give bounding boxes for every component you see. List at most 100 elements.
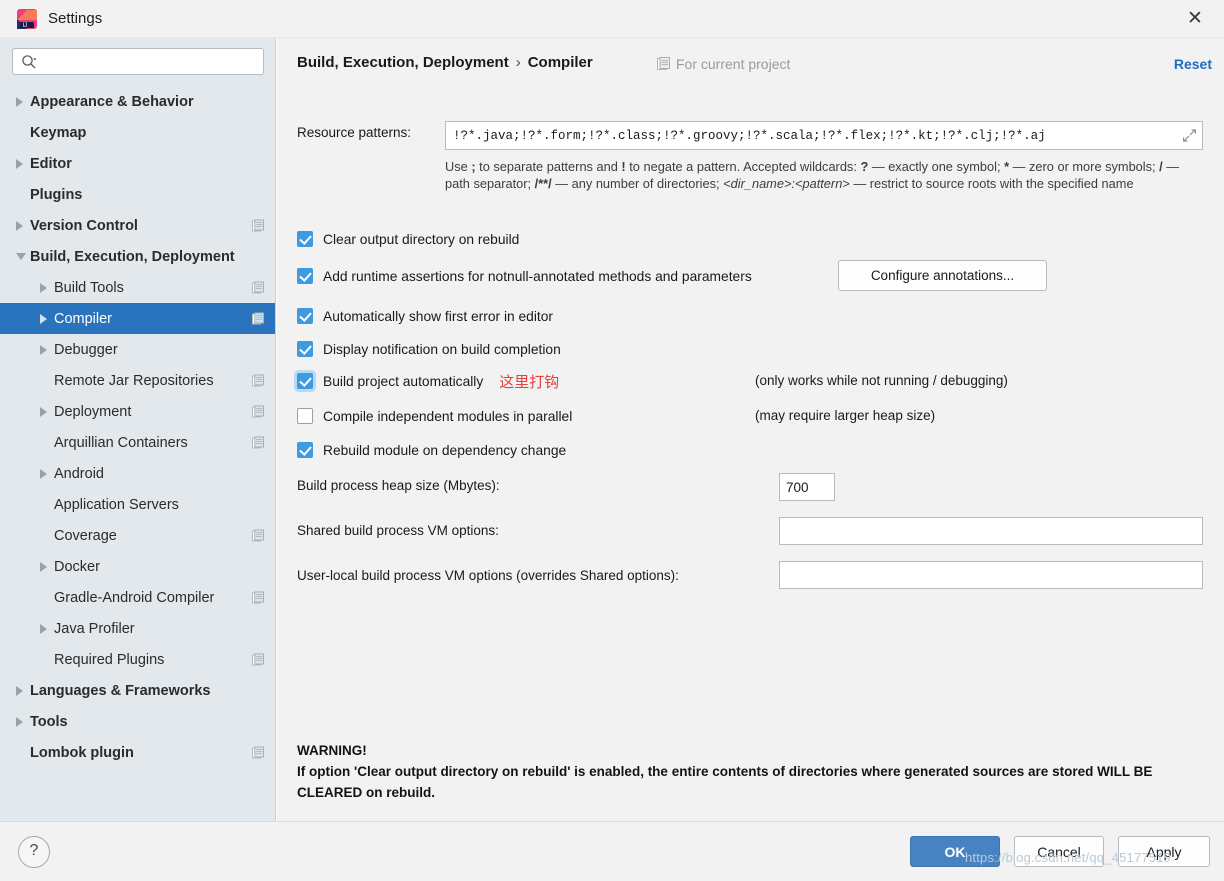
field-input-shared-build-process-vm-options[interactable] xyxy=(779,517,1203,545)
tree-arrow-slot xyxy=(0,468,54,479)
checkbox-label: Compile independent modules in parallel xyxy=(323,408,573,424)
tree-spacer-icon xyxy=(40,376,47,386)
project-scope-icon xyxy=(252,374,264,386)
chevron-right-icon[interactable] xyxy=(16,158,23,169)
chevron-right-icon[interactable] xyxy=(40,313,47,324)
tree-arrow-slot xyxy=(0,344,54,355)
field-input-build-process-heap-size-mbytes[interactable] xyxy=(779,473,835,501)
chevron-right-icon[interactable] xyxy=(40,344,47,355)
sidebar-item-version-control[interactable]: Version Control xyxy=(0,210,275,241)
breadcrumb-separator-icon: › xyxy=(515,54,521,71)
tree-arrow-slot xyxy=(0,158,30,169)
chevron-right-icon[interactable] xyxy=(16,96,23,107)
tree-arrow-slot xyxy=(0,282,54,293)
checkbox-add-runtime-assertions-for-notnull-annotated-methods-and-parameters[interactable] xyxy=(297,268,313,284)
checkbox-row-rebuild-module-on-dependency-change[interactable]: Rebuild module on dependency change xyxy=(297,439,566,461)
scope-note-label: For current project xyxy=(676,56,791,72)
chevron-right-icon[interactable] xyxy=(16,220,23,231)
tree-arrow-slot xyxy=(0,190,30,200)
sidebar-item-label: Editor xyxy=(30,155,72,172)
project-scope-icon xyxy=(252,405,264,417)
sidebar-item-required-plugins[interactable]: Required Plugins xyxy=(0,644,275,675)
checkbox-row-automatically-show-first-error-in-editor[interactable]: Automatically show first error in editor xyxy=(297,305,553,327)
close-icon[interactable]: ✕ xyxy=(1178,6,1212,32)
chevron-right-icon[interactable] xyxy=(40,468,47,479)
sidebar-item-appearance-behavior[interactable]: Appearance & Behavior xyxy=(0,86,275,117)
chevron-right-icon[interactable] xyxy=(40,623,47,634)
checkbox-row-build-project-automatically[interactable]: Build project automatically 这里打钩 xyxy=(297,370,559,392)
tree-spacer-icon xyxy=(40,531,47,541)
sidebar-item-gradle-android-compiler[interactable]: Gradle-Android Compiler xyxy=(0,582,275,613)
checkbox-row-clear-output-directory-on-rebuild[interactable]: Clear output directory on rebuild xyxy=(297,228,519,250)
sidebar-item-remote-jar-repositories[interactable]: Remote Jar Repositories xyxy=(0,365,275,396)
checkbox-display-notification-on-build-completion[interactable] xyxy=(297,341,313,357)
chevron-right-icon[interactable] xyxy=(40,406,47,417)
sidebar-item-languages-frameworks[interactable]: Languages & Frameworks xyxy=(0,675,275,706)
chevron-right-icon[interactable] xyxy=(40,561,47,572)
chevron-right-icon[interactable] xyxy=(40,282,47,293)
resource-patterns-input[interactable] xyxy=(445,121,1203,150)
reset-link[interactable]: Reset xyxy=(1174,56,1212,72)
sidebar-item-editor[interactable]: Editor xyxy=(0,148,275,179)
help-token-dirname: <dir_name>:<pattern> xyxy=(723,176,850,191)
sidebar-item-android[interactable]: Android xyxy=(0,458,275,489)
sidebar-item-deployment[interactable]: Deployment xyxy=(0,396,275,427)
sidebar-item-label: Lombok plugin xyxy=(30,744,134,761)
dialog-titlebar: IJ Settings ✕ xyxy=(0,0,1224,38)
help-button[interactable]: ? xyxy=(18,836,50,868)
resource-patterns-label: Resource patterns: xyxy=(297,125,412,140)
sidebar-item-tools[interactable]: Tools xyxy=(0,706,275,737)
tree-arrow-slot xyxy=(0,531,54,541)
sidebar-item-debugger[interactable]: Debugger xyxy=(0,334,275,365)
chevron-down-icon[interactable] xyxy=(16,253,26,260)
checkbox-clear-output-directory-on-rebuild[interactable] xyxy=(297,231,313,247)
sidebar-item-label: Arquillian Containers xyxy=(54,434,188,451)
checkbox-automatically-show-first-error-in-editor[interactable] xyxy=(297,308,313,324)
expand-icon[interactable] xyxy=(1182,128,1197,143)
project-scope-icon xyxy=(252,312,264,324)
field-label-shared-build-process-vm-options: Shared build process VM options: xyxy=(297,523,499,538)
breadcrumb-root[interactable]: Build, Execution, Deployment xyxy=(297,54,509,71)
sidebar-item-label: Gradle-Android Compiler xyxy=(54,589,215,606)
configure-annotations-button[interactable]: Configure annotations... xyxy=(838,260,1047,291)
sidebar-item-java-profiler[interactable]: Java Profiler xyxy=(0,613,275,644)
help-part: — zero or more symbols; xyxy=(1009,159,1160,174)
sidebar-item-lombok-plugin[interactable]: Lombok plugin xyxy=(0,737,275,768)
sidebar-item-label: Plugins xyxy=(30,186,83,203)
project-scope-icon xyxy=(252,529,264,541)
tree-spacer-icon xyxy=(40,438,47,448)
apply-button[interactable]: Apply xyxy=(1118,836,1210,867)
sidebar-item-docker[interactable]: Docker xyxy=(0,551,275,582)
intellij-idea-icon: IJ xyxy=(17,9,37,29)
sidebar-item-build-tools[interactable]: Build Tools xyxy=(0,272,275,303)
checkbox-compile-independent-modules-in-parallel[interactable] xyxy=(297,408,313,424)
field-label-user-local-build-process-vm-options-overrides-shared-options: User-local build process VM options (ove… xyxy=(297,568,679,583)
checkbox-build-project-automatically[interactable] xyxy=(297,373,313,389)
sidebar-item-arquillian-containers[interactable]: Arquillian Containers xyxy=(0,427,275,458)
sidebar-item-coverage[interactable]: Coverage xyxy=(0,520,275,551)
settings-sidebar: Appearance & Behavior Keymap Editor Plugins… xyxy=(0,38,276,821)
checkbox-row-add-runtime-assertions-for-notnull-annotated-methods-and-parameters[interactable]: Add runtime assertions for notnull-annot… xyxy=(297,265,752,287)
chevron-right-icon[interactable] xyxy=(16,716,23,727)
sidebar-item-label: Docker xyxy=(54,558,100,575)
search-input[interactable] xyxy=(12,48,264,75)
ok-button[interactable]: OK xyxy=(910,836,1000,867)
chevron-right-icon[interactable] xyxy=(16,685,23,696)
svg-text:IJ: IJ xyxy=(23,23,28,29)
checkbox-row-display-notification-on-build-completion[interactable]: Display notification on build completion xyxy=(297,338,561,360)
checkbox-label: Build project automatically xyxy=(323,373,484,389)
field-input-user-local-build-process-vm-options-overrides-shared-options[interactable] xyxy=(779,561,1203,589)
sidebar-item-compiler[interactable]: Compiler xyxy=(0,303,275,334)
sidebar-item-plugins[interactable]: Plugins xyxy=(0,179,275,210)
tree-arrow-slot xyxy=(0,128,30,138)
sidebar-item-build-execution-deployment[interactable]: Build, Execution, Deployment xyxy=(0,241,275,272)
sidebar-item-keymap[interactable]: Keymap xyxy=(0,117,275,148)
checkbox-row-compile-independent-modules-in-parallel[interactable]: Compile independent modules in parallel xyxy=(297,405,572,427)
checkbox-side-note: (may require larger heap size) xyxy=(755,408,936,423)
sidebar-item-label: Compiler xyxy=(54,310,113,327)
sidebar-item-label: Application Servers xyxy=(54,496,179,513)
cancel-button[interactable]: Cancel xyxy=(1014,836,1104,867)
checkbox-rebuild-module-on-dependency-change[interactable] xyxy=(297,442,313,458)
sidebar-item-application-servers[interactable]: Application Servers xyxy=(0,489,275,520)
checkbox-label: Clear output directory on rebuild xyxy=(323,231,520,247)
